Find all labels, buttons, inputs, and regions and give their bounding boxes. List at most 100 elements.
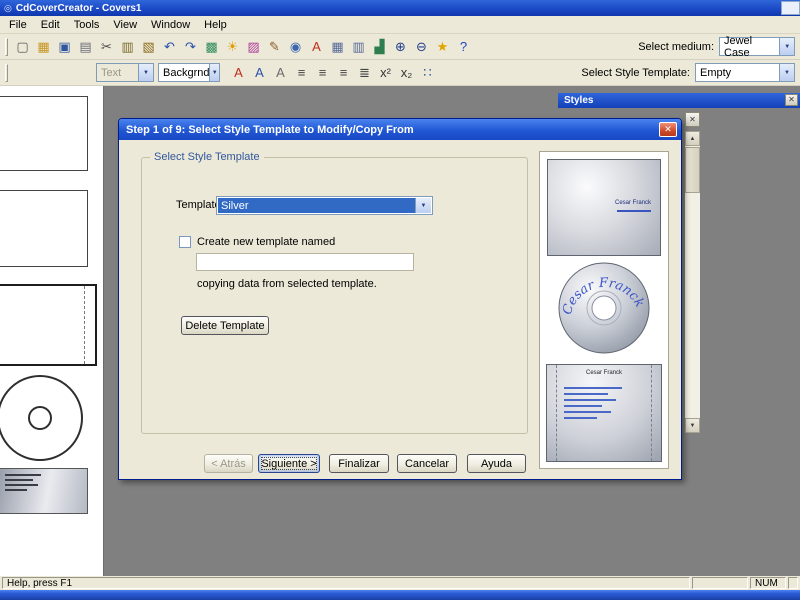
toolbar-grip[interactable]: [5, 64, 8, 82]
text-icon[interactable]: A: [306, 37, 327, 57]
thumbnail-back-cover-selected[interactable]: [0, 284, 97, 366]
menu-item-window[interactable]: Window: [144, 17, 197, 33]
app-titlebar[interactable]: ◎ CdCoverCreator - Covers1: [0, 0, 800, 16]
table-icon[interactable]: ▦: [327, 37, 348, 57]
styles-panel-titlebar[interactable]: Styles ✕: [558, 93, 800, 108]
align-left-icon[interactable]: ≡: [291, 63, 312, 83]
zoom-out-icon[interactable]: ⊖: [411, 37, 432, 57]
menu-item-file[interactable]: File: [2, 17, 34, 33]
wizard-titlebar[interactable]: Step 1 of 9: Select Style Template to Mo…: [119, 119, 681, 140]
redo-icon[interactable]: ↷: [180, 37, 201, 57]
template-selected-value: Silver: [218, 198, 415, 213]
select-style-template-combo[interactable]: Empty ▼: [695, 63, 795, 82]
next-button[interactable]: Siguiente >: [258, 454, 320, 473]
template-combo[interactable]: Silver ▼: [216, 196, 433, 215]
copy-note: copying data from selected template.: [197, 278, 377, 290]
zoom-in-icon[interactable]: ⊕: [390, 37, 411, 57]
status-bar: Help, press F1 NUM: [0, 576, 800, 590]
scrollbar-thumb[interactable]: [685, 147, 700, 193]
cancel-button[interactable]: Cancelar: [397, 454, 457, 473]
font-color-red-icon[interactable]: A: [228, 63, 249, 83]
columns-icon[interactable]: ▥: [348, 37, 369, 57]
select-style-template-value: Empty: [700, 67, 731, 79]
thumbnail-disc-label[interactable]: [0, 375, 83, 461]
sun-icon[interactable]: ☀: [222, 37, 243, 57]
copy-icon[interactable]: ▥: [117, 37, 138, 57]
styles-panel-close-button[interactable]: ✕: [685, 112, 700, 127]
track-list: [564, 387, 622, 423]
list-icon[interactable]: ∷: [417, 63, 438, 83]
wizard-dialog: Step 1 of 9: Select Style Template to Mo…: [118, 118, 682, 480]
text-layer-combo[interactable]: Text ▼: [96, 63, 154, 82]
scroll-up-icon[interactable]: ▲: [685, 131, 700, 146]
disc-hole: [28, 406, 52, 430]
justify-icon[interactable]: ≣: [354, 63, 375, 83]
create-template-checkbox[interactable]: [179, 236, 191, 248]
scroll-down-icon[interactable]: ▼: [685, 418, 700, 433]
select-style-template-label: Select Style Template:: [581, 67, 690, 79]
subscript-icon[interactable]: x₂: [396, 63, 417, 83]
num-lock-indicator: NUM: [750, 577, 786, 589]
main-toolbar-icons: ▢▦▣▤✂▥▧↶↷▩☀▨✎◉A▦▥▟⊕⊖★?: [12, 37, 474, 57]
open-icon[interactable]: ▦: [33, 37, 54, 57]
fold-line: [556, 365, 557, 461]
paste-icon[interactable]: ▧: [138, 37, 159, 57]
menu-item-view[interactable]: View: [106, 17, 144, 33]
finish-button[interactable]: Finalizar: [329, 454, 389, 473]
cut-icon[interactable]: ✂: [96, 37, 117, 57]
align-center-icon[interactable]: ≡: [312, 63, 333, 83]
menu-item-tools[interactable]: Tools: [67, 17, 107, 33]
thumbnail-booklet[interactable]: [0, 468, 88, 514]
chevron-down-icon[interactable]: ▼: [138, 64, 153, 81]
back-cover-title: Cesar Franck: [547, 370, 661, 376]
app-title: CdCoverCreator - Covers1: [16, 3, 142, 14]
tip-icon[interactable]: ★: [432, 37, 453, 57]
close-icon[interactable]: ✕: [659, 122, 677, 137]
taskbar-edge[interactable]: [0, 590, 800, 600]
back-button[interactable]: < Atrás: [204, 454, 253, 473]
preview-front-cover: Cesar Franck: [547, 159, 661, 256]
select-medium-combo[interactable]: Jewel Case ▼: [719, 37, 795, 56]
font-style-icon[interactable]: A: [270, 63, 291, 83]
menu-item-help[interactable]: Help: [197, 17, 234, 33]
select-medium-value: Jewel Case: [724, 35, 779, 59]
font-color-blue-icon[interactable]: A: [249, 63, 270, 83]
styles-close-icon[interactable]: ✕: [785, 94, 798, 106]
wizard-body: Select Style Template Template: Silver ▼…: [119, 140, 681, 481]
menu-item-edit[interactable]: Edit: [34, 17, 67, 33]
align-right-icon[interactable]: ≡: [333, 63, 354, 83]
styles-scrollbar[interactable]: ▲ ▼: [685, 131, 700, 433]
status-message: Help, press F1: [2, 577, 690, 589]
main-toolbar: ▢▦▣▤✂▥▧↶↷▩☀▨✎◉A▦▥▟⊕⊖★? Select medium: Je…: [0, 34, 800, 60]
background-layer-combo[interactable]: Backgrnd ▼: [158, 63, 220, 82]
select-medium-label: Select medium:: [638, 41, 714, 53]
new-icon[interactable]: ▢: [12, 37, 33, 57]
format-toolbar: Text ▼ Backgrnd ▼ AAA≡≡≡≣x²x₂∷ Select St…: [0, 60, 800, 86]
save-icon[interactable]: ▣: [54, 37, 75, 57]
undo-icon[interactable]: ↶: [159, 37, 180, 57]
help-pointer-icon[interactable]: ?: [453, 37, 474, 57]
thumbnail-front-cover[interactable]: [0, 96, 88, 171]
window-controls[interactable]: [781, 1, 800, 15]
chevron-down-icon[interactable]: ▼: [415, 198, 431, 213]
front-cover-text: Cesar Franck: [615, 200, 651, 206]
chevron-down-icon[interactable]: ▼: [779, 38, 794, 55]
delete-template-button[interactable]: Delete Template: [181, 316, 269, 335]
cd-icon[interactable]: ◉: [285, 37, 306, 57]
chevron-down-icon[interactable]: ▼: [779, 64, 794, 81]
palette-icon[interactable]: ▨: [243, 37, 264, 57]
superscript-icon[interactable]: x²: [375, 63, 396, 83]
thumbnail-inside-cover[interactable]: [0, 190, 88, 267]
print-icon[interactable]: ▤: [75, 37, 96, 57]
chart-icon[interactable]: ▟: [369, 37, 390, 57]
pencil-icon[interactable]: ✎: [264, 37, 285, 57]
toolbar-grip[interactable]: [5, 38, 8, 56]
help-button[interactable]: Ayuda: [467, 454, 526, 473]
create-template-label: Create new template named: [197, 236, 335, 248]
image-icon[interactable]: ▩: [201, 37, 222, 57]
fold-line: [84, 286, 85, 364]
text-layer-value: Text: [101, 67, 121, 79]
format-toolbar-icons: AAA≡≡≡≣x²x₂∷: [228, 63, 438, 83]
new-template-name-input[interactable]: [196, 253, 414, 271]
chevron-down-icon[interactable]: ▼: [209, 64, 219, 81]
